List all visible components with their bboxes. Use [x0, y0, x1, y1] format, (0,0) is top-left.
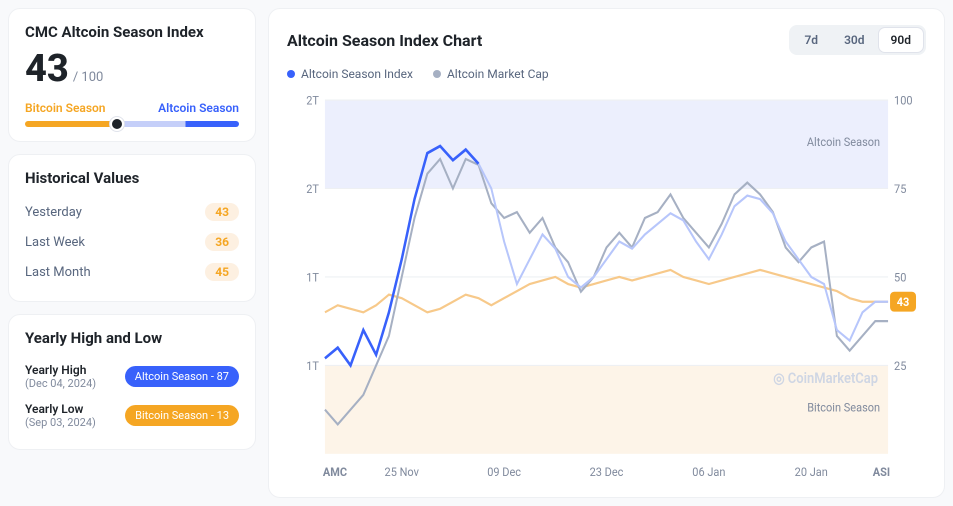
chart-title: Altcoin Season Index Chart [287, 31, 482, 50]
historical-badge: 45 [205, 263, 239, 281]
svg-text:Bitcoin Season: Bitcoin Season [807, 400, 880, 415]
historical-badge: 36 [205, 233, 239, 251]
index-card: CMC Altcoin Season Index 43 / 100 Bitcoi… [8, 8, 256, 142]
historical-badge: 43 [205, 203, 239, 221]
yearly-card: Yearly High and Low Yearly High (Dec 04,… [8, 314, 256, 450]
time-tab-7d[interactable]: 7d [792, 28, 830, 52]
time-tab-30d[interactable]: 30d [832, 28, 876, 52]
svg-text:43: 43 [897, 295, 910, 310]
chart-header: Altcoin Season Index Chart 7d30d90d [287, 25, 926, 55]
yearly-high-label: Yearly High [25, 363, 96, 377]
time-range-tabs: 7d30d90d [789, 25, 926, 55]
yearly-low-row: Yearly Low (Sep 03, 2024) Bitcoin Season… [25, 396, 239, 435]
svg-text:06 Jan: 06 Jan [692, 464, 725, 479]
historical-label: Last Week [25, 235, 85, 250]
index-max: / 100 [73, 70, 104, 85]
svg-text:1T: 1T [306, 358, 319, 373]
dot-icon [287, 70, 295, 78]
legend-item-marketcap: Altcoin Market Cap [433, 67, 549, 81]
svg-text:23 Dec: 23 Dec [590, 464, 624, 479]
yearly-high-badge: Altcoin Season - 87 [125, 366, 239, 387]
index-value: 43 [25, 47, 69, 91]
season-slider [25, 121, 239, 127]
altcoin-season-label: Altcoin Season [158, 101, 239, 115]
legend-item-index: Altcoin Season Index [287, 67, 413, 81]
svg-text:20 Jan: 20 Jan [795, 464, 828, 479]
index-title: CMC Altcoin Season Index [25, 23, 239, 41]
time-tab-90d[interactable]: 90d [879, 28, 923, 52]
yearly-low-date: (Sep 03, 2024) [25, 416, 96, 429]
svg-text:100: 100 [894, 93, 913, 108]
yearly-title: Yearly High and Low [25, 329, 239, 347]
season-labels: Bitcoin Season Altcoin Season [25, 101, 239, 115]
historical-label: Last Month [25, 265, 91, 280]
historical-label: Yesterday [25, 205, 82, 220]
svg-text:2T: 2T [306, 181, 319, 196]
slider-thumb [110, 117, 124, 131]
historical-row: Last Week 36 [25, 227, 239, 257]
svg-text:2T: 2T [306, 93, 319, 108]
svg-text:1T: 1T [306, 270, 319, 285]
legend-label-b: Altcoin Market Cap [447, 67, 549, 81]
bitcoin-season-label: Bitcoin Season [25, 101, 106, 115]
legend-label-a: Altcoin Season Index [301, 67, 413, 81]
chart-plot: 100 2T 75 2T 50 1T 25 1T Altcoin Season Bitcoin S… [287, 89, 926, 487]
svg-text:AMC: AMC [323, 464, 348, 479]
yearly-low-badge: Bitcoin Season - 13 [125, 405, 239, 426]
yearly-high-date: (Dec 04, 2024) [25, 377, 96, 390]
svg-text:75: 75 [894, 181, 907, 196]
historical-row: Last Month 45 [25, 257, 239, 287]
historical-title: Historical Values [25, 169, 239, 187]
svg-text:09 Dec: 09 Dec [487, 464, 521, 479]
historical-card: Historical Values Yesterday 43 Last Week 36… [8, 154, 256, 302]
legend-row: Altcoin Season Index Altcoin Market Cap [287, 67, 926, 81]
yearly-high-row: Yearly High (Dec 04, 2024) Altcoin Seaso… [25, 357, 239, 396]
dot-icon [433, 70, 441, 78]
svg-text:◎ CoinMarketCap: ◎ CoinMarketCap [773, 370, 878, 387]
index-value-row: 43 / 100 [25, 47, 239, 91]
svg-text:50: 50 [894, 270, 906, 285]
historical-row: Yesterday 43 [25, 197, 239, 227]
svg-text:25 Nov: 25 Nov [385, 464, 420, 479]
svg-text:25: 25 [894, 358, 907, 373]
chart-card: Altcoin Season Index Chart 7d30d90d Altc… [268, 8, 945, 498]
svg-text:Altcoin Season: Altcoin Season [807, 135, 880, 150]
svg-text:ASI: ASI [873, 464, 890, 479]
yearly-low-label: Yearly Low [25, 402, 96, 416]
